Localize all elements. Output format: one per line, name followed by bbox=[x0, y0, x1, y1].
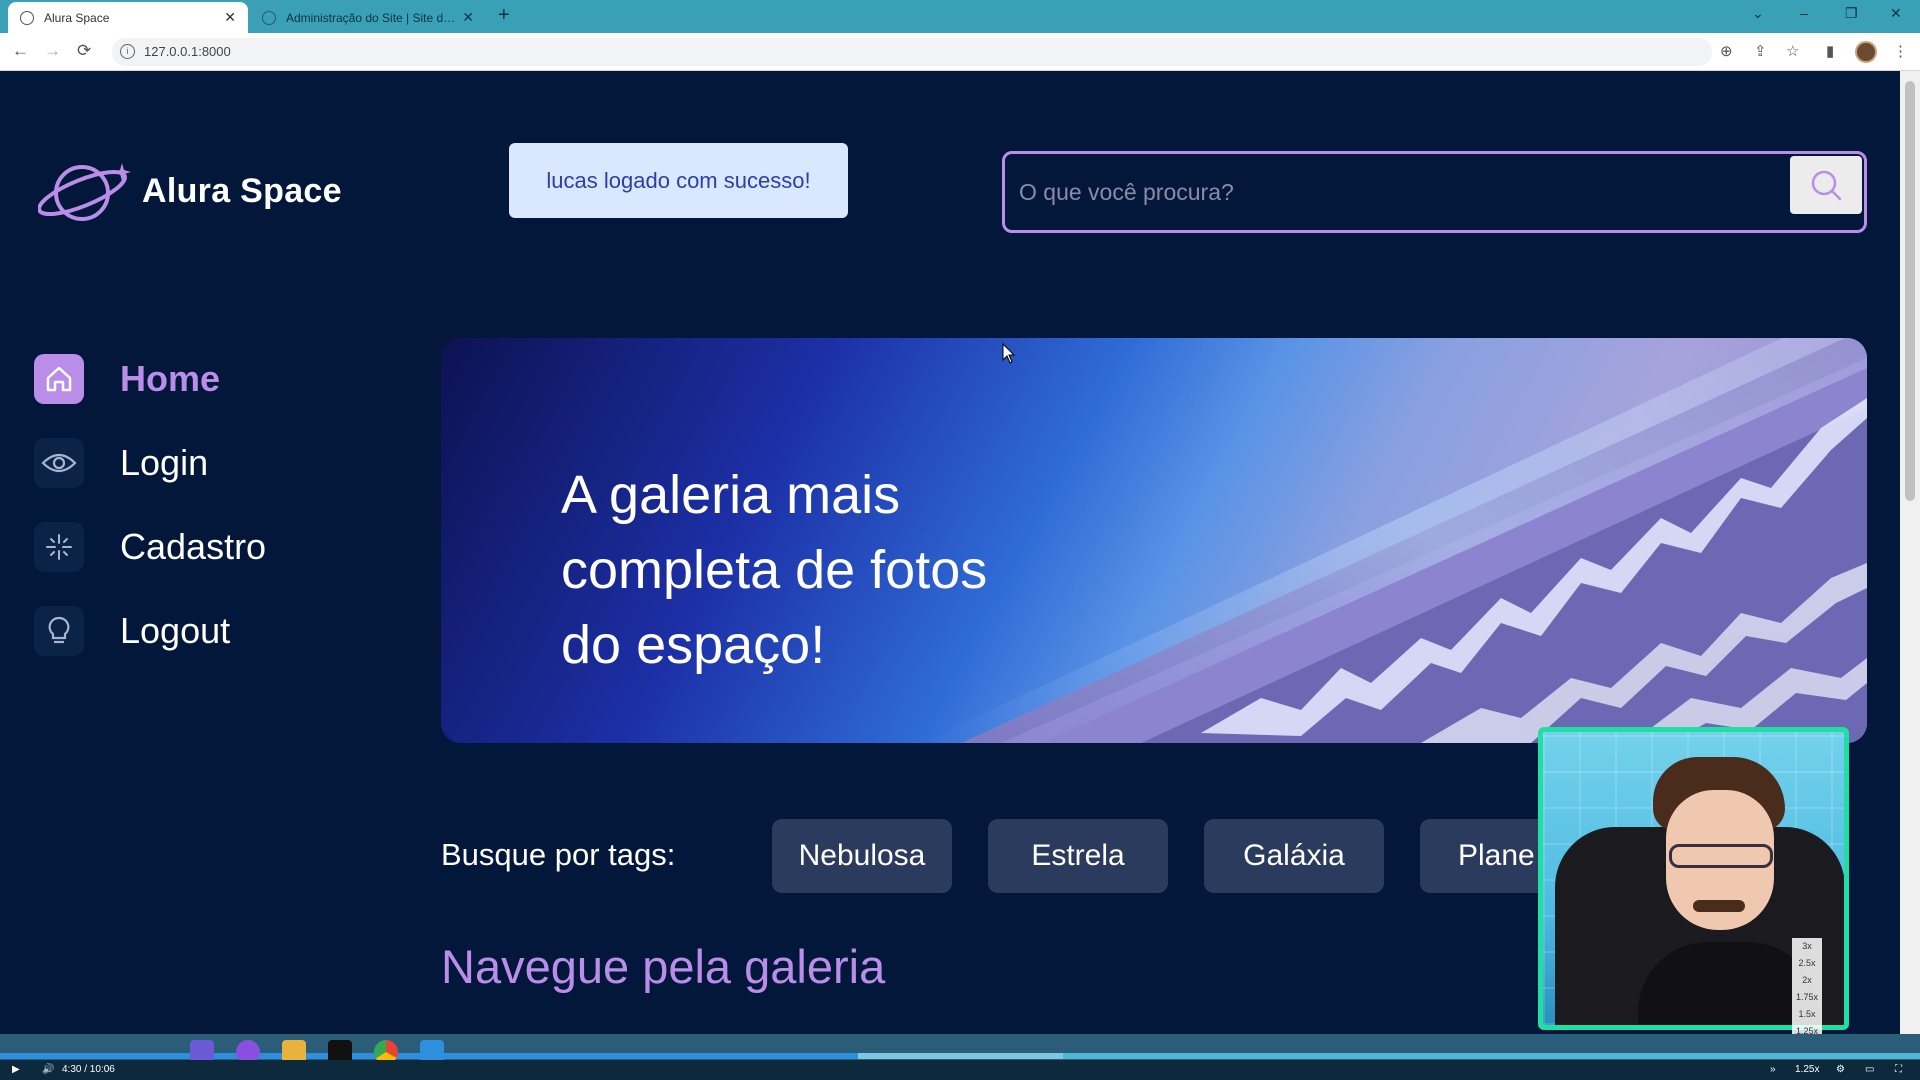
tab-site-admin[interactable]: Administração do Site | Site de a ✕ bbox=[250, 2, 486, 33]
speed-option[interactable]: 1.5x bbox=[1792, 1006, 1822, 1023]
skip-icon[interactable]: » bbox=[1770, 1064, 1776, 1075]
glasses bbox=[1669, 844, 1773, 868]
login-success-message: lucas logado com sucesso! bbox=[509, 143, 848, 218]
menu-label-home: Home bbox=[120, 358, 221, 399]
forward-icon[interactable]: → bbox=[44, 41, 61, 61]
search-input[interactable] bbox=[1019, 174, 1779, 210]
tag-estrela[interactable]: Estrela bbox=[988, 819, 1168, 893]
url-text[interactable]: 127.0.0.1:8000 bbox=[144, 44, 231, 59]
browser-menu-icon[interactable]: ⋮ bbox=[1893, 42, 1908, 60]
banner-line-2: completa de fotos bbox=[561, 540, 988, 600]
lightbulb-icon bbox=[34, 606, 84, 656]
planet-logo-icon bbox=[38, 163, 131, 221]
speed-display[interactable]: 1.25x bbox=[1795, 1064, 1819, 1075]
search-icon bbox=[1811, 170, 1842, 201]
site-info-icon[interactable]: i bbox=[120, 44, 135, 59]
mustache bbox=[1693, 900, 1745, 912]
menu-label-login: Login bbox=[120, 442, 209, 483]
volume-icon[interactable]: 🔊 bbox=[42, 1064, 54, 1075]
site-logo[interactable]: Alura Space bbox=[38, 159, 342, 223]
hero-banner: A galeria mais completa de fotos do espa… bbox=[441, 338, 1867, 743]
globe-icon bbox=[262, 10, 276, 25]
gallery-heading: Navegue pela galeria bbox=[441, 940, 886, 993]
speed-option[interactable]: 2x bbox=[1792, 972, 1822, 989]
speed-option[interactable]: 2.5x bbox=[1792, 955, 1822, 972]
close-tab-icon[interactable]: ✕ bbox=[224, 9, 236, 26]
logo-text: Alura Space bbox=[142, 171, 342, 210]
menu-label-cadastro: Cadastro bbox=[120, 526, 267, 567]
speed-option[interactable]: 1.75x bbox=[1792, 989, 1822, 1006]
minimize-button[interactable]: – bbox=[1800, 5, 1808, 21]
video-controls: ▶ 🔊 4:30 / 10:06 » 1.25x ⚙ ▭ ⛶ bbox=[0, 1060, 1920, 1080]
playback-speed-menu[interactable]: 3x 2.5x 2x 1.75x 1.5x 1.25x bbox=[1792, 938, 1822, 1048]
menu-item-home[interactable]: Home bbox=[34, 337, 266, 421]
sparkle-icon bbox=[34, 522, 84, 572]
time-display: 4:30 / 10:06 bbox=[62, 1064, 115, 1075]
new-tab-button[interactable]: + bbox=[498, 4, 510, 27]
home-icon bbox=[34, 354, 84, 404]
mouse-cursor-icon bbox=[1002, 343, 1016, 364]
globe-icon bbox=[20, 10, 34, 25]
browser-toolbar: ← → ⟳ i 127.0.0.1:8000 ⊕ ⇪ ☆ ▮ ⋮ bbox=[0, 33, 1920, 71]
scrollbar-thumb[interactable] bbox=[1905, 81, 1915, 501]
speed-option[interactable]: 3x bbox=[1792, 938, 1822, 955]
play-icon[interactable]: ▶ bbox=[12, 1064, 20, 1075]
pip-icon[interactable]: ▭ bbox=[1865, 1064, 1874, 1075]
tab-search-icon[interactable]: ⌄ bbox=[1752, 5, 1764, 22]
settings-gear-icon[interactable]: ⚙ bbox=[1836, 1064, 1845, 1075]
tab-alura-space[interactable]: Alura Space ✕ bbox=[8, 2, 248, 33]
eye-icon bbox=[34, 438, 84, 488]
zoom-icon[interactable]: ⊕ bbox=[1720, 42, 1733, 60]
menu-item-logout[interactable]: Logout bbox=[34, 589, 266, 673]
banner-line-1: A galeria mais bbox=[561, 465, 901, 525]
tab-title: Alura Space bbox=[44, 10, 110, 25]
address-bar[interactable]: i 127.0.0.1:8000 bbox=[112, 38, 1712, 66]
side-panel-icon[interactable]: ▮ bbox=[1826, 42, 1834, 60]
back-icon[interactable]: ← bbox=[12, 41, 29, 61]
search-box bbox=[1002, 151, 1867, 233]
menu-item-cadastro[interactable]: Cadastro bbox=[34, 505, 266, 589]
tab-title: Administração do Site | Site de a bbox=[286, 10, 457, 25]
bookmark-star-icon[interactable]: ☆ bbox=[1786, 42, 1799, 60]
reload-icon[interactable]: ⟳ bbox=[77, 41, 91, 61]
tags-label: Busque por tags: bbox=[441, 837, 676, 872]
banner-headline: A galeria mais completa de fotos do espa… bbox=[561, 458, 1121, 683]
menu-item-login[interactable]: Login bbox=[34, 421, 266, 505]
share-icon[interactable]: ⇪ bbox=[1754, 42, 1767, 60]
page-scrollbar[interactable] bbox=[1900, 71, 1920, 1034]
banner-line-3: do espaço! bbox=[561, 615, 826, 675]
tag-nebulosa[interactable]: Nebulosa bbox=[772, 819, 952, 893]
progress-buffer bbox=[858, 1053, 1063, 1059]
sidebar-menu: Home Login Cadastro Logout bbox=[34, 337, 266, 673]
restore-button[interactable]: ❐ bbox=[1845, 5, 1858, 22]
fullscreen-icon[interactable]: ⛶ bbox=[1895, 1064, 1902, 1075]
profile-avatar[interactable] bbox=[1855, 41, 1877, 63]
search-button[interactable] bbox=[1790, 156, 1862, 214]
tag-galaxia[interactable]: Galáxia bbox=[1204, 819, 1384, 893]
close-window-button[interactable]: ✕ bbox=[1890, 5, 1902, 22]
close-tab-icon[interactable]: ✕ bbox=[462, 9, 474, 26]
browser-tab-bar: Alura Space ✕ Administração do Site | Si… bbox=[0, 0, 1920, 33]
menu-label-logout: Logout bbox=[120, 610, 231, 651]
